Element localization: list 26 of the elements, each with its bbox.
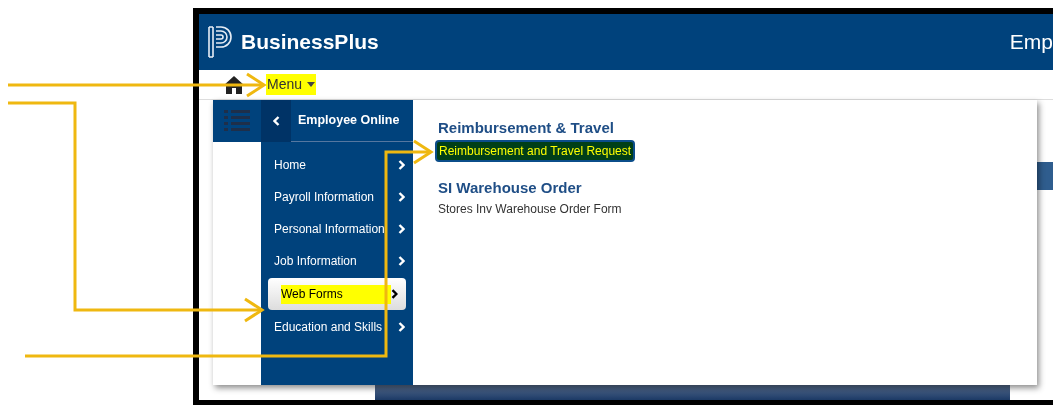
page-title: Emp [1009, 29, 1053, 56]
chevron-right-icon [398, 160, 405, 170]
menu-item[interactable]: Web Forms [268, 278, 406, 310]
chevron-right-icon [391, 289, 398, 299]
menu-item[interactable]: Home [261, 149, 413, 181]
menu-item[interactable]: Personal Information [261, 213, 413, 245]
menu-title: Employee Online [298, 112, 400, 130]
section-title: SI Warehouse Order [438, 178, 582, 198]
form-link[interactable]: Reimbursement and Travel Request [435, 140, 636, 162]
app-name: BusinessPlus [241, 29, 379, 56]
logo-icon [207, 25, 233, 59]
form-link[interactable]: Stores Inv Warehouse Order Form [438, 200, 622, 218]
caret-icon [307, 82, 316, 87]
section-title: Reimbursement & Travel [438, 118, 614, 138]
chevron-right-icon [398, 224, 405, 234]
list-icon [224, 109, 250, 133]
chevron-right-icon [398, 256, 405, 266]
menu-item[interactable]: Education and Skills [261, 311, 413, 343]
chevron-right-icon [398, 322, 405, 332]
chevron-left-icon [272, 116, 280, 126]
menu-item[interactable]: Job Information [261, 245, 413, 277]
panel-background [1037, 162, 1053, 190]
menu-button[interactable]: Menu [266, 74, 317, 95]
back-button[interactable] [261, 100, 291, 142]
chevron-right-icon [398, 192, 405, 202]
menu-item[interactable]: Payroll Information [261, 181, 413, 213]
